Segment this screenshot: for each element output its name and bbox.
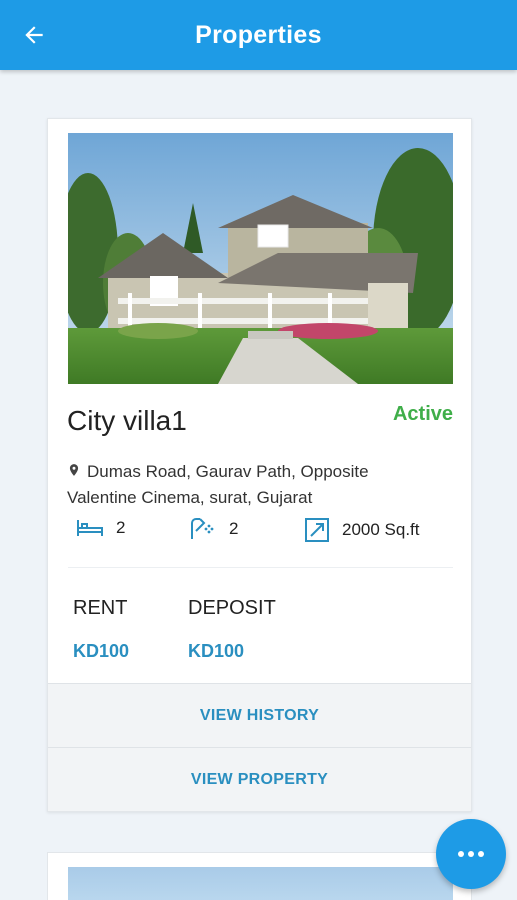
more-dots-icon xyxy=(458,851,484,857)
arrow-left-icon xyxy=(25,26,43,44)
bed-icon xyxy=(77,520,103,536)
bathrooms-feature: 2 xyxy=(189,517,238,541)
property-features: 2 2 2000 Sq.ft xyxy=(76,517,456,547)
property-image[interactable] xyxy=(68,133,453,384)
location-pin-icon xyxy=(69,464,79,476)
rent-label: RENT xyxy=(73,597,128,619)
property-image[interactable] xyxy=(68,867,453,900)
status-badge: Active xyxy=(392,403,453,425)
property-address: Dumas Road, Gaurav Path, Opposite Valent… xyxy=(67,459,437,511)
rent-value: KD100 xyxy=(73,641,130,661)
property-card[interactable]: City villa1 Active Dumas Road, Gaurav Pa… xyxy=(47,118,472,812)
bathrooms-count: 2 xyxy=(229,519,239,538)
app-bar: Properties xyxy=(0,0,517,70)
page-title: Properties xyxy=(195,20,322,49)
address-text: Dumas Road, Gaurav Path, Opposite Valent… xyxy=(67,462,369,507)
property-name: City villa1 xyxy=(67,405,187,436)
deposit-label: DEPOSIT xyxy=(188,597,276,619)
bedrooms-feature: 2 xyxy=(76,517,125,539)
area-icon xyxy=(305,518,329,542)
bedrooms-count: 2 xyxy=(116,518,126,537)
view-property-button[interactable]: VIEW PROPERTY xyxy=(48,747,471,811)
deposit-value: KD100 xyxy=(188,641,245,661)
view-history-button[interactable]: VIEW HISTORY xyxy=(48,683,471,747)
area-value: 2000 Sq.ft xyxy=(342,520,420,539)
shower-icon xyxy=(191,518,214,539)
divider xyxy=(68,567,453,568)
property-card[interactable] xyxy=(47,852,472,900)
area-feature: 2000 Sq.ft xyxy=(304,517,420,543)
back-button[interactable] xyxy=(14,15,54,55)
more-options-button[interactable] xyxy=(436,819,506,889)
